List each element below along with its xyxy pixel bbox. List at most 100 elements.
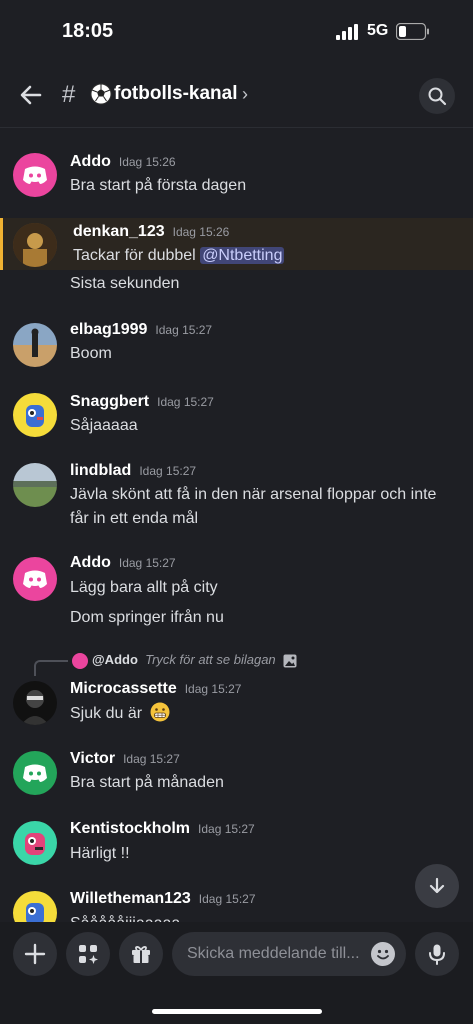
timestamp: Idag 15:27 [157, 395, 214, 409]
avatar[interactable] [13, 751, 57, 795]
gift-button[interactable] [119, 932, 163, 976]
avatar[interactable] [13, 393, 57, 437]
voice-message-button[interactable] [415, 932, 459, 976]
emoji-picker-icon[interactable] [371, 942, 395, 966]
reply-reference[interactable]: @Addo Tryck för att se bilagan [72, 652, 297, 669]
message-input[interactable]: Skicka meddelande till... [172, 932, 406, 976]
message-item[interactable]: Kentistockholm Idag 15:27 Härligt !! [0, 808, 473, 872]
timestamp: Idag 15:27 [198, 822, 255, 836]
username[interactable]: lindblad [70, 462, 131, 479]
message-text: Lägg bara allt på city [70, 579, 218, 596]
robot-avatar-icon [26, 405, 44, 427]
avatar[interactable] [13, 323, 57, 367]
message-text: Sjuk du är [70, 705, 143, 722]
channel-header: # fotbolls-kanal › [0, 62, 473, 128]
apps-sparkle-icon [79, 945, 98, 964]
reply-attachment-text[interactable]: Tryck för att se bilagan [145, 652, 276, 667]
username[interactable]: Addo [70, 153, 111, 170]
discord-logo-icon [23, 570, 47, 588]
timestamp: Idag 15:27 [198, 892, 256, 906]
status-bar: 18:05 5G [0, 0, 473, 62]
robot-avatar-icon [26, 903, 44, 922]
channel-name[interactable]: fotbolls-kanal [114, 83, 238, 105]
timestamp: Idag 15:26 [172, 225, 230, 239]
message-input-placeholder: Skicka meddelande till... [187, 945, 360, 962]
username[interactable]: Willetheman123 [70, 890, 191, 907]
username[interactable]: Snaggbert [70, 393, 149, 410]
message-text: Sista sekunden [70, 275, 180, 292]
message-continuation[interactable]: Dom springer ifrån nu [0, 606, 473, 632]
avatar[interactable] [13, 681, 57, 725]
timestamp: Idag 15:27 [184, 682, 242, 696]
gift-icon [132, 946, 150, 963]
composer-bar: Skicka meddelande till... [0, 922, 473, 1024]
username[interactable]: Kentistockholm [70, 820, 190, 837]
message-item[interactable]: Addo Idag 15:26 Bra start på första dagen [0, 140, 473, 210]
message-item[interactable]: Willetheman123 Idag 15:27 Såååååjjjaaaaa [0, 878, 473, 922]
image-icon [283, 654, 297, 668]
robot-avatar-icon [25, 833, 45, 855]
home-indicator [152, 1009, 322, 1014]
message-text: får in ett enda mål [70, 510, 199, 527]
network-type: 5G [367, 22, 389, 39]
plus-icon [24, 943, 46, 965]
search-button[interactable] [419, 78, 455, 114]
timestamp: Idag 15:27 [123, 752, 180, 766]
discord-logo-icon [23, 166, 47, 184]
user-mention[interactable]: @Ntbetting [200, 247, 285, 264]
username[interactable]: elbag1999 [70, 321, 147, 338]
message-text: Jävla skönt att få in den när arsenal fl… [70, 486, 437, 503]
message-item[interactable]: lindblad Idag 15:27 Jävla skönt att få in… [0, 450, 473, 540]
message-text: Såååååjjjaaaaa [70, 912, 465, 922]
back-arrow-icon[interactable] [16, 80, 46, 110]
signal-icon [336, 24, 358, 40]
message-item[interactable]: elbag1999 Idag 15:27 Boom [0, 310, 473, 374]
apps-button[interactable] [66, 932, 110, 976]
avatar[interactable] [13, 463, 57, 507]
timestamp: Idag 15:27 [139, 464, 197, 478]
user-photo-icon [13, 463, 57, 507]
status-time: 18:05 [62, 20, 114, 42]
timestamp: Idag 15:27 [118, 556, 176, 570]
avatar[interactable] [13, 153, 57, 197]
message-text: Tackar för dubbel [73, 247, 196, 264]
arrow-down-icon [429, 877, 445, 894]
username[interactable]: denkan_123 [73, 223, 165, 240]
username[interactable]: Microcassette [70, 680, 177, 697]
message-item[interactable]: Microcassette Idag 15:27 Sjuk du är [0, 668, 473, 732]
message-text: Bra start på första dagen [70, 177, 247, 194]
reply-mention[interactable]: @Addo [92, 652, 138, 667]
channel-hash-icon: # [62, 81, 76, 108]
user-photo-icon [13, 223, 57, 267]
message-text: Bra start på månaden [70, 774, 224, 791]
username[interactable]: Addo [70, 554, 111, 571]
search-icon [428, 87, 447, 106]
user-photo-icon [21, 690, 49, 725]
message-item-highlighted[interactable]: denkan_123 Idag 15:26 Tackar för dubbel @… [0, 218, 473, 270]
message-text: Härligt !! [70, 845, 130, 862]
grimace-emoji-icon [150, 702, 169, 722]
avatar[interactable] [13, 557, 57, 601]
timestamp: Idag 15:27 [155, 323, 213, 337]
avatar[interactable] [13, 821, 57, 865]
user-photo-icon [13, 323, 57, 367]
reply-avatar [72, 652, 88, 669]
jump-to-bottom-button[interactable] [415, 864, 459, 908]
message-item[interactable]: Snaggbert Idag 15:27 Såjaaaaa [0, 380, 473, 444]
message-continuation[interactable]: Sista sekunden [0, 272, 473, 298]
add-attachment-button[interactable] [13, 932, 57, 976]
chevron-right-icon[interactable]: › [242, 84, 248, 105]
message-text: Dom springer ifrån nu [70, 609, 224, 626]
discord-logo-icon [23, 764, 47, 782]
football-icon [90, 83, 112, 105]
avatar[interactable] [13, 223, 57, 267]
timestamp: Idag 15:26 [118, 155, 176, 169]
message-text: Boom [70, 345, 112, 362]
avatar[interactable] [13, 891, 57, 922]
message-item[interactable]: Victor Idag 15:27 Bra start på månaden [0, 738, 473, 802]
username[interactable]: Victor [70, 750, 115, 767]
microphone-icon [429, 944, 445, 965]
message-item[interactable]: Addo Idag 15:27 Lägg bara allt på city [0, 544, 473, 608]
message-text: Såjaaaaa [70, 417, 138, 434]
battery-icon [396, 23, 429, 40]
